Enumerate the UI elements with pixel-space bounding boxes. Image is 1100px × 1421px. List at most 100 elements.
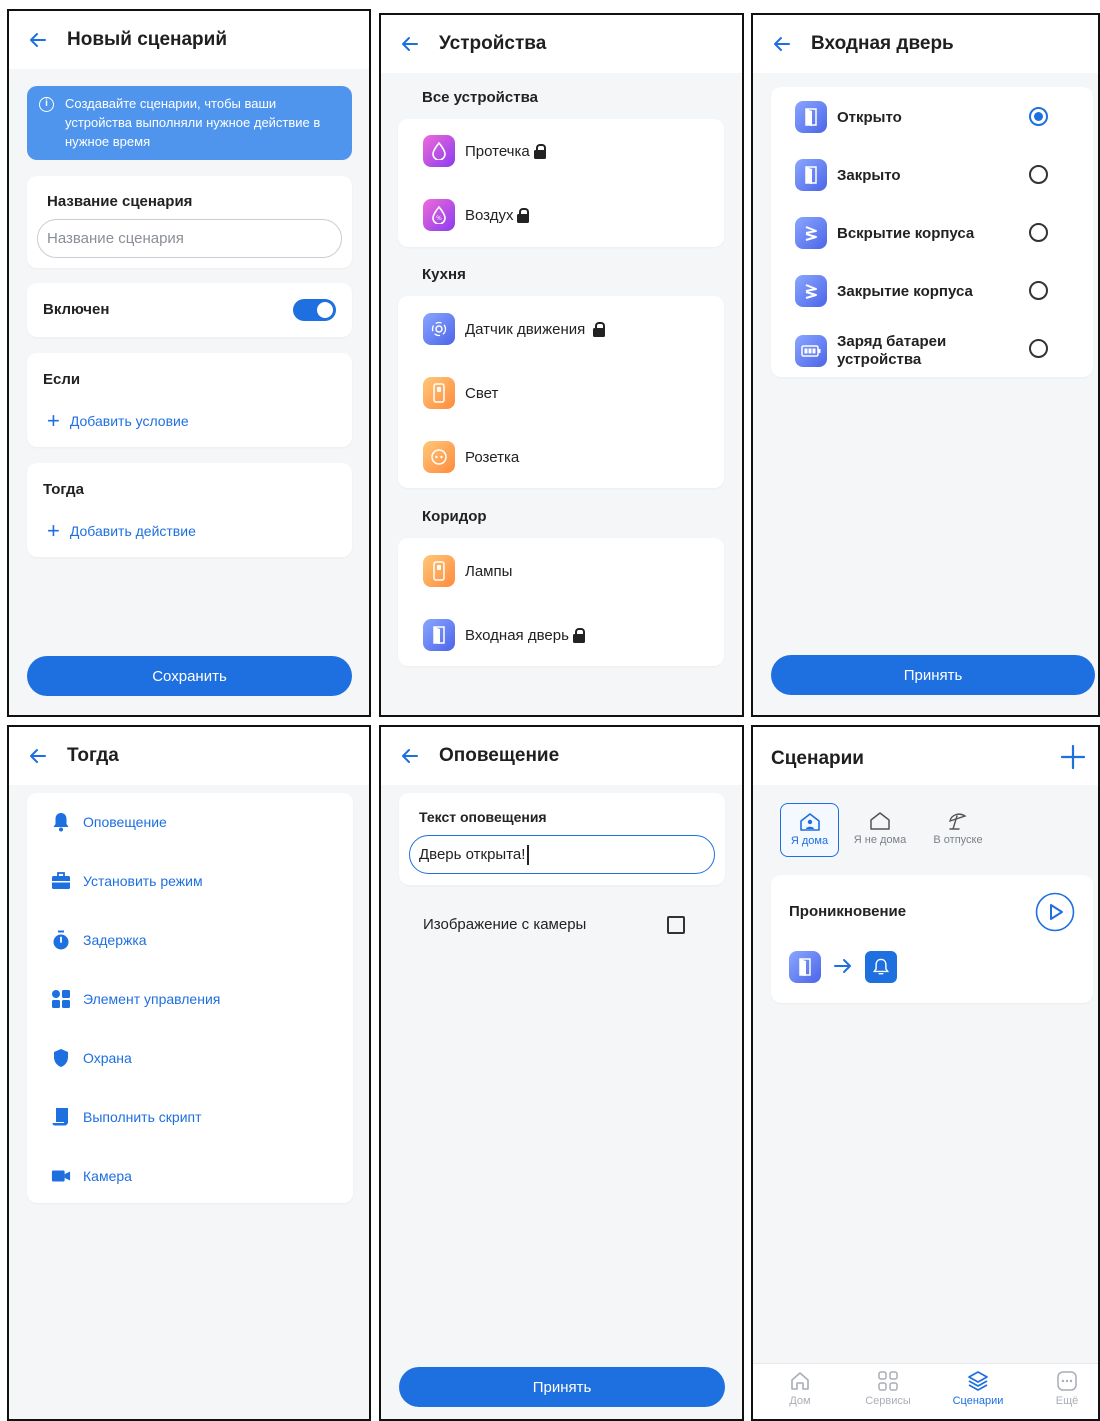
action-notification[interactable]: Оповещение [51,812,167,832]
device-label: Датчик движения [465,320,586,338]
bottom-nav: Дом Сервисы Сценарии Ещё [753,1363,1098,1419]
nav-label: Дом [789,1395,811,1407]
device-row-front-door[interactable]: Входная дверь [423,619,585,651]
back-arrow-icon[interactable] [399,745,421,767]
device-row-socket[interactable]: Розетка [423,441,519,473]
accept-button[interactable]: Принять [771,655,1095,695]
if-label: Если [43,371,81,388]
plus-icon: + [47,408,60,433]
notification-text-input[interactable]: Дверь открыта! [409,835,715,874]
device-label: Свет [465,384,499,402]
nav-label: Ещё [1055,1395,1079,1407]
lock-icon [593,321,606,337]
mode-vacation[interactable]: В отпуске [927,811,989,846]
plus-icon: + [47,518,60,543]
back-arrow-icon[interactable] [771,33,793,55]
camera-image-checkbox[interactable] [667,916,685,934]
humidity-icon: % [423,199,455,231]
if-card: Если + Добавить условие [27,353,352,447]
section-title-all: Все устройства [422,89,538,106]
radio-closed[interactable] [1029,165,1048,184]
section-title-kitchen: Кухня [422,266,466,283]
enabled-toggle[interactable] [293,299,336,321]
nav-item-services[interactable]: Сервисы [853,1370,923,1407]
notification-screen: Оповещение Текст оповещения Дверь открыт… [379,725,744,1421]
then-label: Тогда [43,481,84,498]
device-row-motion[interactable]: Датчик движения [423,313,606,345]
radio-battery[interactable] [1029,339,1048,358]
option-label: Вскрытие корпуса [837,224,975,242]
action-camera[interactable]: Камера [51,1166,132,1186]
option-battery[interactable]: Заряд батареи устройства [795,333,995,369]
scenario-name-input[interactable]: Название сценария [37,219,342,258]
mode-at-home[interactable]: Я дома [780,803,839,857]
info-text: Создавайте сценарии, чтобы ваши устройст… [65,96,321,149]
device-row-light[interactable]: Свет [423,377,498,409]
action-delay[interactable]: Задержка [51,930,147,950]
more-icon [1056,1370,1078,1395]
accept-button[interactable]: Принять [399,1367,725,1407]
option-closed[interactable]: Закрыто [795,159,901,191]
services-icon [877,1370,899,1395]
add-scenario-icon[interactable] [1060,744,1086,775]
notification-text-value: Дверь открыта! [419,846,526,863]
door-icon [789,951,821,983]
name-card: Название сценария Название сценария [27,176,352,268]
save-button[interactable]: Сохранить [27,656,352,696]
action-security[interactable]: Охрана [51,1048,132,1068]
action-control-element[interactable]: Элемент управления [51,989,220,1009]
svg-text:%: % [436,215,442,222]
text-cursor [527,844,529,865]
nav-item-home[interactable]: Дом [765,1370,835,1407]
action-run-script[interactable]: Выполнить скрипт [51,1107,202,1127]
door-icon [423,619,455,651]
home-person-icon [799,812,821,835]
front-door-screen: Входная дверь Открыто Закрыто Вскрытие к… [751,13,1100,717]
arrow-right-icon [833,957,853,980]
door-icon [795,101,827,133]
page-title: Оповещение [439,745,560,766]
option-tamper-open[interactable]: Вскрытие корпуса [795,217,974,249]
motion-sensor-icon [423,313,455,345]
add-action-button[interactable]: + Добавить действие [47,518,196,543]
mode-label: В отпуске [933,834,983,846]
nav-item-scenarios[interactable]: Сценарии [943,1370,1013,1407]
mode-away[interactable]: Я не дома [849,811,911,846]
light-switch-icon [423,555,455,587]
mode-label: Я не дома [853,834,907,846]
scenarios-screen: Сценарии Я дома Я не дома В отпуске Прон… [751,725,1100,1421]
add-condition-button[interactable]: + Добавить условие [47,408,189,433]
socket-icon [423,441,455,473]
action-label: Элемент управления [83,991,221,1007]
back-arrow-icon[interactable] [27,29,49,51]
radio-tamper-close[interactable] [1029,281,1048,300]
action-label: Установить режим [83,873,203,889]
device-row-air[interactable]: % Воздух [423,199,530,231]
radio-tamper-open[interactable] [1029,223,1048,242]
device-row-leak[interactable]: Протечка [423,135,546,167]
lock-icon [517,207,530,223]
header: Входная дверь [753,15,1098,73]
home-icon [869,811,891,834]
device-row-lamps[interactable]: Лампы [423,555,512,587]
action-label: Задержка [83,932,147,948]
device-label: Входная дверь [465,626,569,644]
option-tamper-close[interactable]: Закрытие корпуса [795,275,973,307]
nav-item-more[interactable]: Ещё [1032,1370,1098,1407]
bell-icon [51,812,71,832]
radio-opened[interactable] [1029,107,1048,126]
notification-text-card: Текст оповещения Дверь открыта! [399,793,725,885]
camera-icon [51,1166,71,1186]
shield-icon [51,1048,71,1068]
header: Тогда [9,727,369,785]
device-label: Розетка [465,448,520,466]
back-arrow-icon[interactable] [27,745,49,767]
scenario-card[interactable]: Проникновение [771,875,1093,1003]
action-set-mode[interactable]: Установить режим [51,871,203,891]
back-arrow-icon[interactable] [399,33,421,55]
tamper-icon [795,275,827,307]
page-title: Тогда [67,745,119,766]
option-opened[interactable]: Открыто [795,101,902,133]
nav-label: Сценарии [952,1395,1004,1407]
play-icon[interactable] [1035,892,1075,937]
